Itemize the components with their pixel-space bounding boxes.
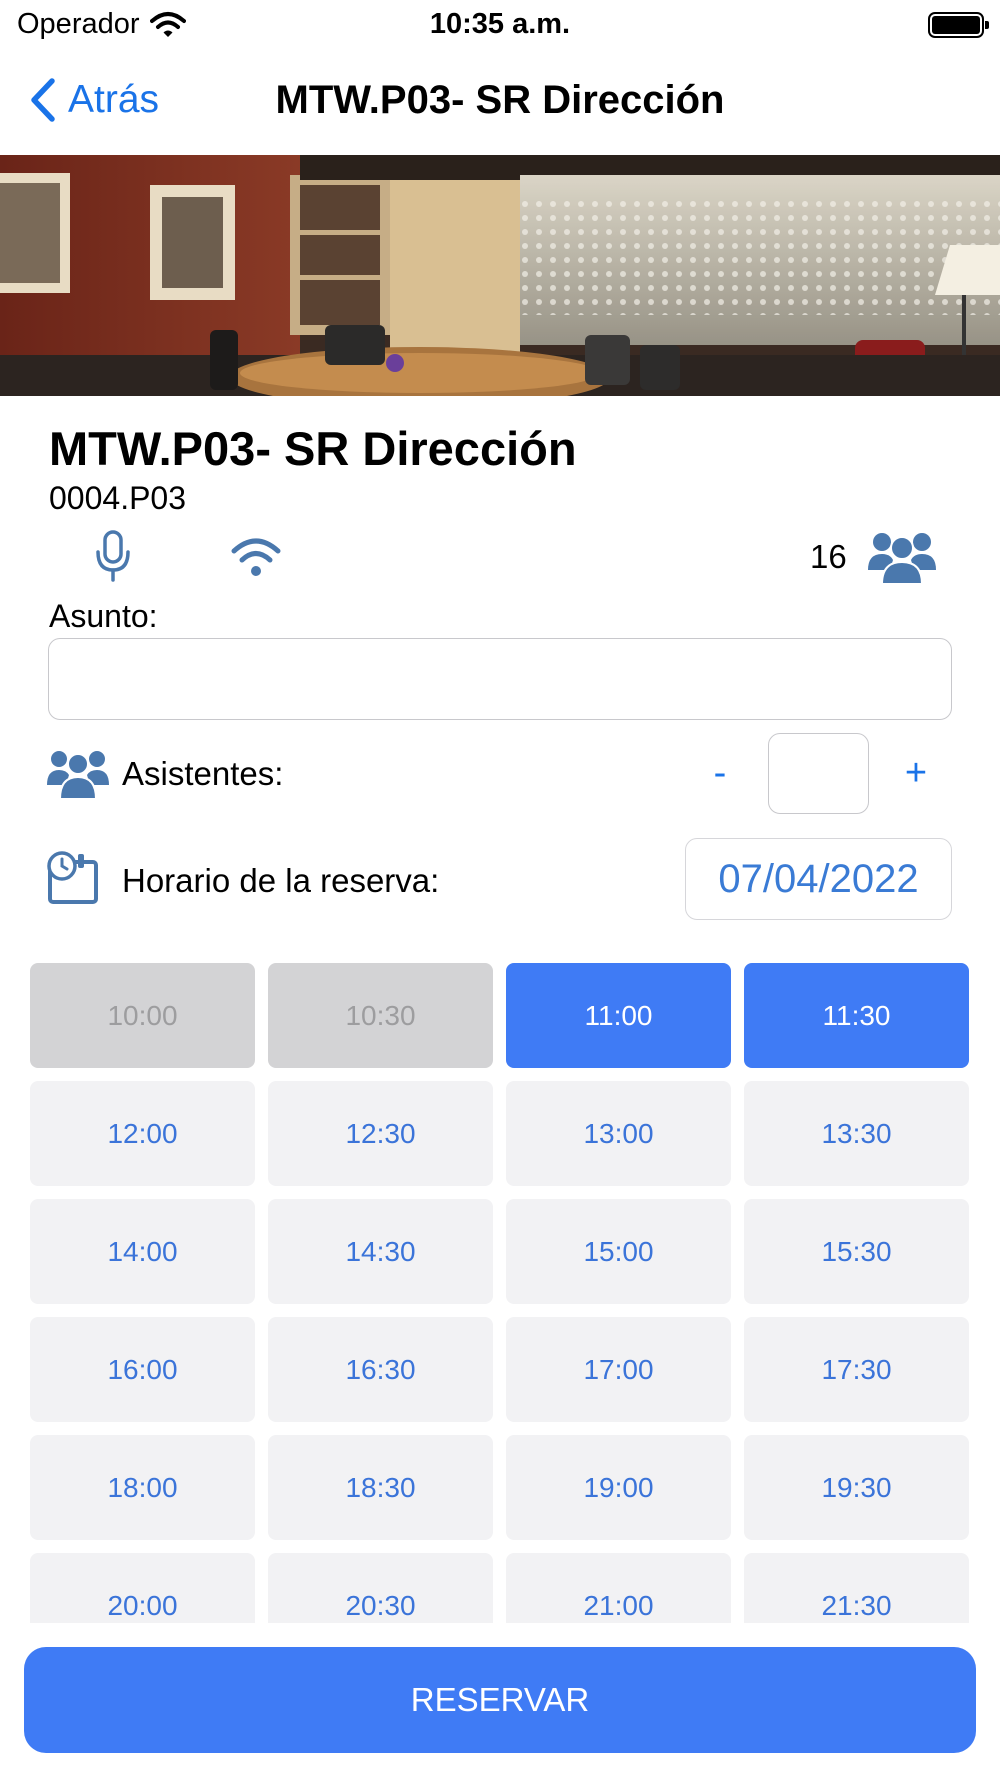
status-time: 10:35 a.m. [429, 8, 571, 40]
time-slot-1730[interactable]: 17:30 [744, 1317, 969, 1422]
calendar-clock-icon [47, 851, 98, 904]
wifi-icon [231, 538, 281, 576]
date-picker[interactable]: 07/04/2022 [685, 838, 952, 920]
microphone-icon [96, 530, 130, 582]
room-name: MTW.P03- SR Dirección [49, 422, 577, 475]
time-slot-1830[interactable]: 18:30 [268, 1435, 493, 1540]
time-slot-1800[interactable]: 18:00 [30, 1435, 255, 1540]
nav-title: MTW.P03- SR Dirección [275, 78, 725, 122]
reserve-button[interactable]: RESERVAR [24, 1647, 976, 1753]
status-bar: Operador 10:35 a.m. [0, 0, 1000, 50]
attendees-count-input[interactable] [768, 733, 869, 814]
time-slot-1330[interactable]: 13:30 [744, 1081, 969, 1186]
horario-label: Horario de la reserva: [122, 862, 440, 899]
asunto-label: Asunto: [49, 598, 158, 634]
people-group-icon [868, 533, 936, 585]
time-slot-2130[interactable]: 21:30 [744, 1553, 969, 1623]
room-code: 0004.P03 [49, 480, 187, 516]
time-slot-1430[interactable]: 14:30 [268, 1199, 493, 1304]
time-slot-1500[interactable]: 15:00 [506, 1199, 731, 1304]
navigation-bar: Atrás MTW.P03- SR Dirección [0, 60, 1000, 140]
battery-icon [928, 12, 989, 38]
asistentes-label: Asistentes: [122, 755, 284, 792]
time-slots-scroll-area[interactable]: 10:00 10:30 11:00 11:30 12:00 12:30 13:00 13:30… [0, 955, 1000, 1623]
time-slot-2000[interactable]: 20:00 [30, 1553, 255, 1623]
time-slot-2030[interactable]: 20:30 [268, 1553, 493, 1623]
time-slot-1000: 10:00 [30, 963, 255, 1068]
time-slot-1230[interactable]: 12:30 [268, 1081, 493, 1186]
time-slot-1700[interactable]: 17:00 [506, 1317, 731, 1422]
time-slot-1200[interactable]: 12:00 [30, 1081, 255, 1186]
time-slot-1630[interactable]: 16:30 [268, 1317, 493, 1422]
time-slots-grid: 10:00 10:30 11:00 11:30 12:00 12:30 13:00 13:30… [30, 963, 970, 1623]
room-photo [0, 155, 1000, 396]
time-slot-1900[interactable]: 19:00 [506, 1435, 731, 1540]
capacity-value: 16 [810, 538, 847, 575]
decrease-attendees-button[interactable]: - [700, 752, 740, 796]
time-slot-1030: 10:30 [268, 963, 493, 1068]
time-slot-1600[interactable]: 16:00 [30, 1317, 255, 1422]
time-slot-1930[interactable]: 19:30 [744, 1435, 969, 1540]
asunto-input[interactable] [48, 638, 952, 720]
increase-attendees-button[interactable]: + [896, 752, 936, 796]
time-slot-2100[interactable]: 21:00 [506, 1553, 731, 1623]
time-slot-1130[interactable]: 11:30 [744, 963, 969, 1068]
time-slot-1300[interactable]: 13:00 [506, 1081, 731, 1186]
time-slot-1530[interactable]: 15:30 [744, 1199, 969, 1304]
time-slot-1100[interactable]: 11:00 [506, 963, 731, 1068]
attendees-icon [47, 751, 109, 800]
time-slot-1400[interactable]: 14:00 [30, 1199, 255, 1304]
